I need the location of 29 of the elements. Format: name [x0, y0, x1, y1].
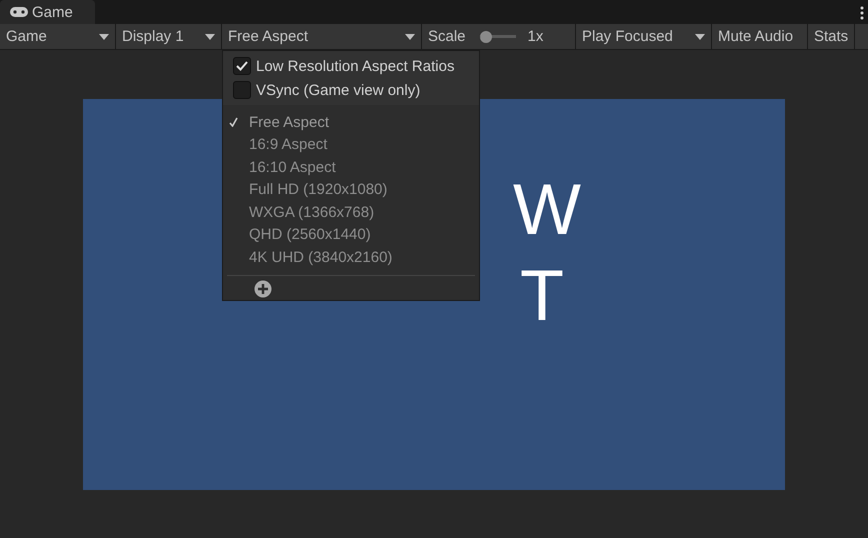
dropdown[interactable]: Free Aspect: [222, 24, 422, 49]
game-tab[interactable]: Game: [0, 0, 95, 24]
menu-item[interactable]: WXGA (1366x768): [223, 201, 479, 224]
game-text: T: [520, 255, 568, 338]
more-options-icon[interactable]: [860, 6, 864, 20]
checkbox[interactable]: [233, 57, 251, 75]
toolbar-button[interactable]: Stats: [808, 24, 856, 49]
menu-item[interactable]: QHD (2560x1440): [223, 224, 479, 246]
add-button[interactable]: [253, 280, 273, 300]
toolbar-button[interactable]: Mute Audio: [712, 24, 808, 49]
option-label: Low Resolution Aspect Ratios: [256, 58, 454, 74]
checkbox[interactable]: [233, 81, 251, 99]
scale-label: Scale: [428, 28, 466, 45]
menu-item[interactable]: 4K UHD (3840x2160): [223, 246, 479, 268]
menu-item[interactable]: Free Aspect: [223, 111, 479, 134]
caret-icon: [695, 34, 705, 40]
dropdown[interactable]: Game: [0, 24, 116, 49]
caret-icon: [99, 34, 109, 40]
menu-item[interactable]: 16:9 Aspect: [223, 134, 479, 156]
caret-icon: [205, 34, 215, 40]
menu-item[interactable]: 16:10 Aspect: [223, 156, 479, 178]
caret-icon: [405, 34, 415, 40]
dropdown[interactable]: Play Focused: [576, 24, 712, 49]
gamepad-icon: [10, 7, 28, 17]
dropdown[interactable]: Display 1: [116, 24, 222, 49]
game-text: W: [513, 169, 585, 252]
option-label: VSync (Game view only): [256, 82, 420, 98]
menu-item[interactable]: Full HD (1920x1080): [223, 178, 479, 201]
scale-value: 1x: [528, 28, 544, 45]
